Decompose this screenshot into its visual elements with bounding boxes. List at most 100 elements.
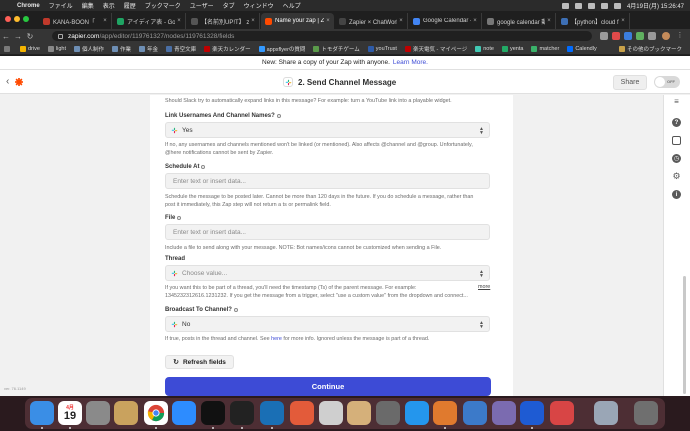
terminal-icon[interactable]: [230, 401, 254, 425]
info-icon[interactable]: i: [672, 190, 681, 199]
thread-select[interactable]: Choose value... ▲ ▼: [165, 265, 490, 281]
chrome-icon[interactable]: [144, 401, 168, 425]
calendar-icon[interactable]: 4月 19: [58, 401, 82, 425]
refresh-fields-button[interactable]: ↻ Refresh fields: [165, 355, 234, 369]
status-icon[interactable]: [587, 2, 595, 9]
clock-icon[interactable]: ◷: [672, 154, 681, 163]
docker-icon[interactable]: [405, 401, 429, 425]
wifi-icon[interactable]: [600, 2, 608, 9]
system-preferences-icon[interactable]: [86, 401, 110, 425]
menu-item-window[interactable]: ウィンドウ: [244, 1, 274, 10]
browser-tab[interactable]: 【名前別UP!T】 zapie×: [187, 13, 260, 29]
bookmark-item[interactable]: 青空文庫: [166, 45, 196, 53]
help-circle-icon[interactable]: [177, 216, 182, 220]
terminal-icon[interactable]: [201, 401, 225, 425]
menubar-clock[interactable]: 4月19日(月) 15:26:47: [627, 1, 684, 10]
bookmark-item[interactable]: yenta: [501, 45, 523, 52]
app-icon[interactable]: [492, 401, 516, 425]
tab-close-icon[interactable]: ×: [471, 18, 479, 24]
menu-item-tab[interactable]: タブ: [223, 1, 235, 10]
apps-icon[interactable]: [4, 45, 12, 52]
app-icon[interactable]: [463, 401, 487, 425]
bookmark-other[interactable]: その他のブックマーク: [618, 43, 682, 55]
link-names-select[interactable]: Yes ▲ ▼: [165, 122, 490, 138]
bookmark-item[interactable]: appsflyerの質問: [258, 45, 305, 53]
browser-tab[interactable]: KANA-BOON「 ×: [39, 13, 112, 29]
bookmark-item[interactable]: matcher: [531, 45, 559, 52]
tab-close-icon[interactable]: ×: [397, 18, 405, 24]
share-button[interactable]: Share: [613, 75, 647, 90]
menu-item-edit[interactable]: 編集: [82, 1, 94, 10]
kebab-menu-icon[interactable]: ⋮: [676, 32, 684, 40]
reload-icon[interactable]: ↻: [24, 32, 36, 41]
menu-item-history[interactable]: 履歴: [124, 1, 136, 10]
trash-icon[interactable]: [634, 401, 658, 425]
menu-item-user[interactable]: ユーザー: [190, 1, 214, 10]
thread-help-more-link[interactable]: more: [478, 284, 490, 290]
bookmark-item[interactable]: note: [475, 45, 494, 52]
notes-icon[interactable]: [672, 136, 681, 145]
extension-icon[interactable]: [612, 32, 620, 40]
learn-more-link[interactable]: Learn More.: [393, 59, 428, 66]
app-icon[interactable]: [376, 401, 400, 425]
continue-button[interactable]: Continue: [165, 377, 491, 396]
app-icon[interactable]: [520, 401, 544, 425]
bookmark-item[interactable]: youTrust: [367, 45, 397, 52]
tab-close-icon[interactable]: ×: [545, 18, 553, 24]
battery-icon[interactable]: [613, 2, 621, 9]
menu-item-view[interactable]: 表示: [103, 1, 115, 10]
app-icon[interactable]: [550, 401, 574, 425]
close-window-button[interactable]: [5, 16, 11, 22]
file-input[interactable]: Enter text or insert data...: [165, 224, 490, 240]
menu-item-bookmarks[interactable]: ブックマーク: [145, 1, 181, 10]
profile-avatar[interactable]: [662, 32, 670, 40]
bookmark-item[interactable]: Calendly: [567, 45, 597, 52]
back-chevron-icon[interactable]: ‹: [6, 76, 9, 87]
browser-tab[interactable]: google calendar 動画×: [483, 13, 556, 29]
menu-item-help[interactable]: ヘルプ: [283, 1, 301, 10]
browser-tab[interactable]: Name your zap | Zapie×: [261, 13, 334, 29]
notes-app-icon[interactable]: [114, 401, 138, 425]
bookmark-item[interactable]: 作業: [112, 45, 131, 53]
status-icon[interactable]: [561, 2, 569, 9]
tab-close-icon[interactable]: ×: [324, 18, 332, 24]
app-icon[interactable]: [347, 401, 371, 425]
finder-icon[interactable]: [30, 401, 54, 425]
extension-icon[interactable]: [636, 32, 644, 40]
menu-item-file[interactable]: ファイル: [49, 1, 73, 10]
bookmark-item[interactable]: 楽天電気 - マイページ: [404, 45, 467, 53]
extension-icon[interactable]: [624, 32, 632, 40]
tab-close-icon[interactable]: ×: [101, 18, 109, 24]
help-circle-icon[interactable]: [276, 114, 281, 118]
bookmark-item[interactable]: トモダチゲーム: [313, 45, 360, 53]
help-circle-icon[interactable]: [233, 308, 238, 312]
browser-tab[interactable]: Google Calendar - Wo×: [409, 13, 482, 29]
list-icon[interactable]: ≡: [672, 97, 681, 106]
bookmark-item[interactable]: 年金: [139, 45, 158, 53]
broadcast-help-link[interactable]: here: [271, 336, 282, 342]
photo-icon[interactable]: [319, 401, 343, 425]
tab-close-icon[interactable]: ×: [619, 18, 627, 24]
puzzle-icon[interactable]: [648, 32, 656, 40]
forward-arrow-icon[interactable]: →: [12, 32, 24, 41]
bookmark-item[interactable]: 個人制作: [74, 45, 104, 53]
back-arrow-icon[interactable]: ←: [0, 32, 12, 41]
browser-tab[interactable]: 【python】cloud func×: [557, 13, 630, 29]
help-icon[interactable]: ?: [672, 118, 681, 127]
bookmark-item[interactable]: 楽天カレンダー: [204, 45, 251, 53]
bookmark-item[interactable]: light: [47, 45, 66, 52]
schedule-at-input[interactable]: Enter text or insert data...: [165, 173, 490, 189]
status-icon[interactable]: [574, 2, 582, 9]
tab-close-icon[interactable]: ×: [175, 18, 183, 24]
vscode-icon[interactable]: [260, 401, 284, 425]
app-icon[interactable]: [594, 401, 618, 425]
address-bar[interactable]: zapier.com/app/editor/119761327/nodes/11…: [52, 31, 592, 41]
menu-app-name[interactable]: Chrome: [17, 3, 40, 9]
gear-icon[interactable]: ⚙: [672, 171, 681, 181]
broadcast-select[interactable]: No ▲ ▼: [165, 316, 490, 332]
bookmark-item[interactable]: drive: [20, 45, 40, 52]
safari-icon[interactable]: [290, 401, 314, 425]
tab-close-icon[interactable]: ×: [249, 18, 257, 24]
scrollbar-thumb[interactable]: [683, 276, 686, 394]
app-icon[interactable]: [433, 401, 457, 425]
